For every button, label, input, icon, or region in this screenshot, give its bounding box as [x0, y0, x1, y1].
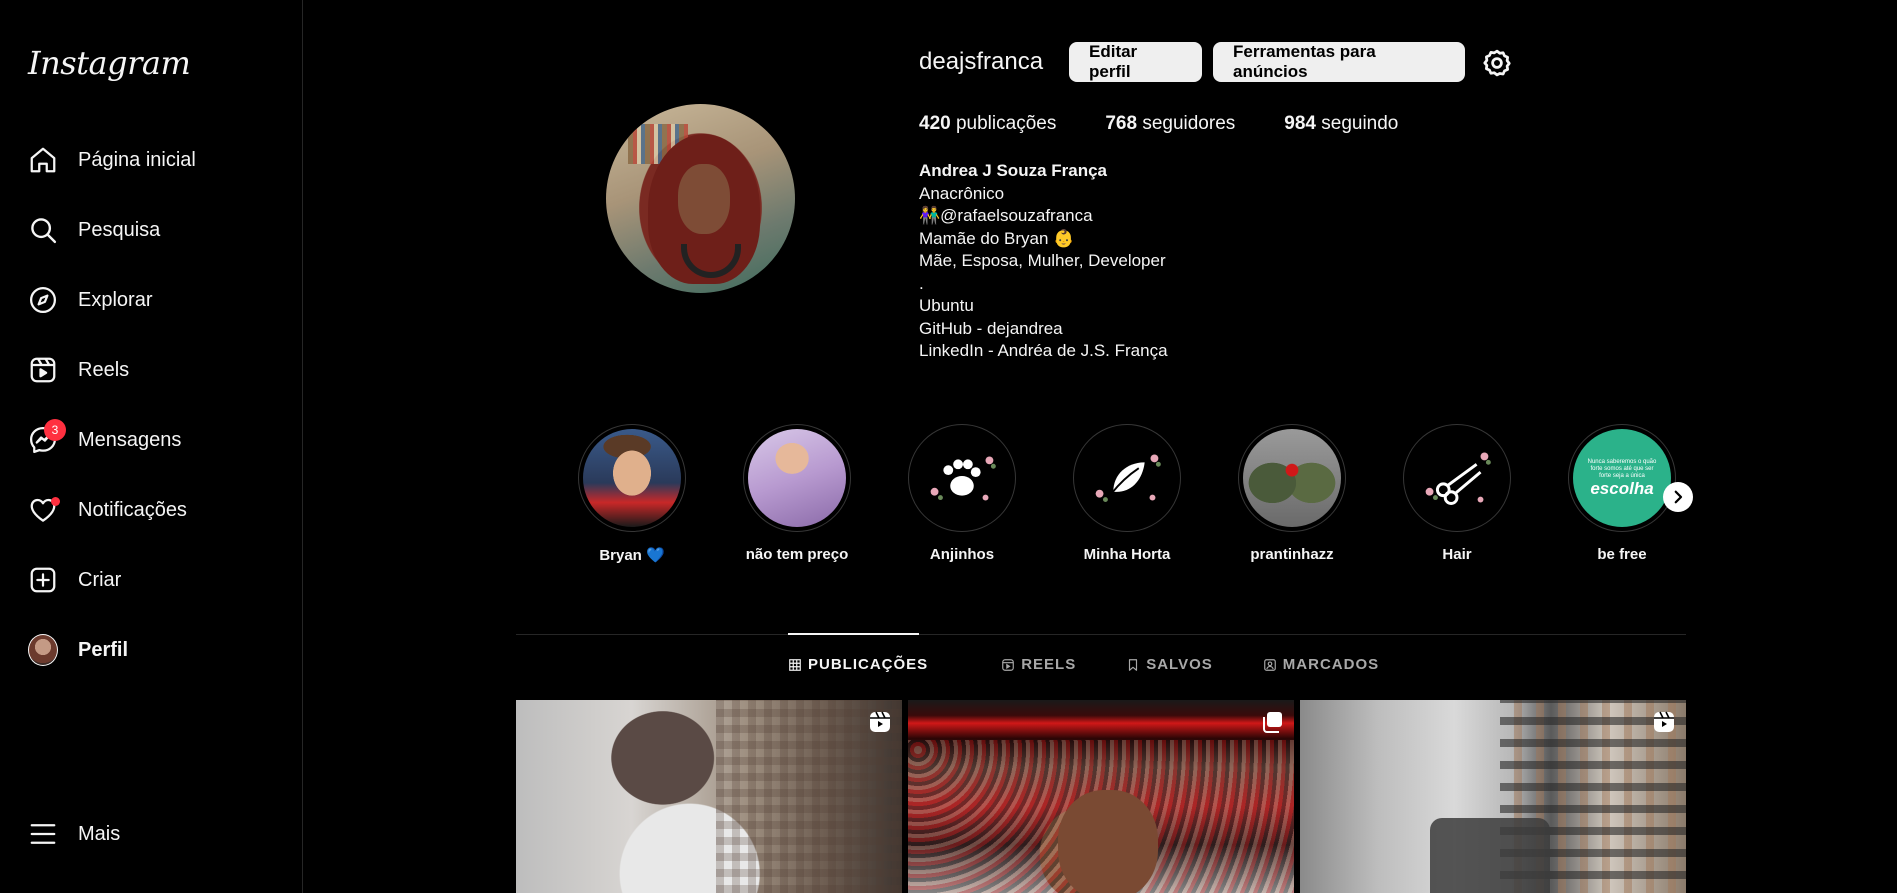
leaf-icon	[1095, 454, 1161, 503]
avatar	[28, 634, 58, 666]
heart-icon	[28, 495, 60, 525]
post-thumbnail[interactable]	[516, 700, 902, 893]
highlight-label: não tem preço	[745, 546, 849, 563]
sidebar-item-explore[interactable]: Explorar	[12, 272, 290, 328]
highlight-cover	[748, 429, 846, 527]
tabs-divider	[516, 634, 1686, 635]
messenger-icon: 3	[28, 419, 66, 455]
plus-square-icon	[28, 565, 58, 595]
sidebar-item-label: Notificações	[78, 498, 187, 521]
sidebar-item-label: Mais	[78, 822, 121, 845]
highlight-label: Hair	[1442, 546, 1472, 563]
sidebar-item-label: Mensagens	[78, 428, 182, 451]
posts-stat: 420 publicações	[919, 113, 1057, 134]
followers-stat[interactable]: 768 seguidores	[1105, 113, 1235, 135]
bio-line: GitHub - dejandrea	[919, 318, 1063, 338]
highlight-label: Minha Horta	[1083, 546, 1171, 563]
messages-badge: 3	[44, 419, 66, 441]
highlight-label: Bryan 💙	[599, 547, 665, 564]
grid-icon	[789, 658, 801, 671]
tab-posts[interactable]: PUBLICAÇÕES	[788, 656, 928, 673]
profile-avatar[interactable]	[606, 104, 795, 293]
highlight-label: be free	[1597, 546, 1647, 563]
bio-line: Ubuntu	[919, 296, 974, 315]
sidebar-item-reels[interactable]: Reels	[12, 342, 290, 398]
highlight-cover: Nunca saberemos o quão forte somos até q…	[1573, 429, 1671, 527]
tab-active-indicator	[788, 633, 919, 635]
highlight-cover	[583, 429, 681, 527]
bio-line: Anacrônico	[919, 183, 1005, 203]
profile-bio: Andrea J Souza França Anacrônico 👫@rafae…	[919, 160, 1168, 363]
highlight-item[interactable]: Anjinhos	[902, 424, 1022, 563]
reel-icon	[870, 711, 890, 732]
reel-icon	[1654, 711, 1674, 732]
tab-saved[interactable]: SALVOS	[1126, 656, 1213, 673]
highlight-item[interactable]: prantinhazz	[1232, 424, 1352, 563]
highlight-label: Anjinhos	[929, 546, 995, 563]
profile-main: deajsfranca Editar perfil Ferramentas pa…	[304, 0, 1897, 893]
settings-gear-icon[interactable]	[1482, 48, 1512, 78]
post-thumbnail[interactable]	[908, 700, 1294, 893]
edit-profile-button[interactable]: Editar perfil	[1069, 42, 1202, 82]
profile-username: deajsfranca	[919, 48, 1044, 75]
ad-tools-button[interactable]: Ferramentas para anúncios	[1213, 42, 1465, 82]
post-thumbnail[interactable]	[1300, 700, 1686, 893]
sidebar-item-create[interactable]: Criar	[12, 552, 290, 608]
highlight-cover	[1243, 429, 1341, 527]
highlight-cover	[913, 429, 1011, 527]
sidebar-item-label: Pesquisa	[78, 218, 161, 241]
highlight-item[interactable]: Hair	[1397, 424, 1517, 563]
bio-full-name: Andrea J Souza França	[919, 161, 1108, 180]
sidebar-item-label: Criar	[78, 568, 122, 591]
highlight-item[interactable]: Minha Horta	[1067, 424, 1187, 563]
bio-line: .	[919, 273, 924, 293]
posts-grid	[516, 700, 1686, 893]
highlight-item[interactable]: não tem preço	[737, 424, 857, 563]
sidebar-item-label: Página inicial	[78, 148, 196, 171]
bio-line: Mamãe do Bryan 👶	[919, 228, 1075, 248]
profile-stats: 420 publicações 768 seguidores 984 segui…	[919, 113, 1398, 135]
bio-mention-link[interactable]: 👫@rafaelsouzafranca	[919, 205, 1168, 228]
sidebar-item-label: Explorar	[78, 288, 153, 311]
reels-icon	[1002, 658, 1015, 671]
paw-icon	[930, 456, 996, 501]
sidebar-item-messages[interactable]: 3 Mensagens	[12, 412, 290, 468]
sidebar-item-more[interactable]: Mais	[12, 806, 290, 862]
sidebar-item-search[interactable]: Pesquisa	[12, 202, 290, 258]
story-highlights: Bryan 💙 não tem preço Anjinhos Minha Hor…	[572, 424, 1676, 564]
sidebar-item-profile[interactable]: Perfil	[12, 622, 290, 678]
sidebar-item-notifications[interactable]: Notificações	[12, 482, 290, 538]
highlight-label: prantinhazz	[1250, 546, 1334, 563]
highlight-cover	[1078, 429, 1176, 527]
sidebar-item-label: Perfil	[78, 638, 129, 661]
bookmark-icon	[1129, 658, 1138, 671]
highlight-cover	[1408, 429, 1506, 527]
sidebar: Instagram Página inicial Pesquisa Explor…	[0, 0, 303, 893]
highlight-item[interactable]: Bryan 💙	[572, 424, 692, 564]
carousel-icon	[1263, 712, 1282, 733]
reels-icon	[28, 355, 58, 385]
instagram-logo[interactable]: Instagram	[28, 44, 191, 82]
sidebar-item-label: Reels	[78, 358, 130, 381]
highlight-cover-text: escolha	[1590, 479, 1654, 498]
tagged-icon	[1263, 658, 1276, 671]
chevron-right-icon	[1674, 490, 1683, 504]
scissors-icon	[1425, 452, 1491, 505]
tab-tagged[interactable]: MARCADOS	[1263, 656, 1379, 673]
highlight-cover-small-text: Nunca saberemos o quão forte somos até q…	[1587, 459, 1657, 479]
compass-icon	[28, 285, 58, 315]
profile-tabs: PUBLICAÇÕES REELS SALVOS MARCADOS	[788, 656, 1379, 673]
following-stat[interactable]: 984 seguindo	[1284, 113, 1398, 135]
tab-reels[interactable]: REELS	[1001, 656, 1076, 673]
menu-icon	[28, 819, 58, 849]
search-icon	[28, 215, 58, 245]
sidebar-item-home[interactable]: Página inicial	[12, 132, 290, 188]
highlights-next-button[interactable]	[1663, 482, 1693, 512]
bio-line: Mãe, Esposa, Mulher, Developer	[919, 251, 1166, 270]
bio-line: LinkedIn - Andréa de J.S. França	[919, 341, 1168, 360]
notification-dot	[51, 497, 60, 506]
home-icon	[28, 145, 58, 175]
